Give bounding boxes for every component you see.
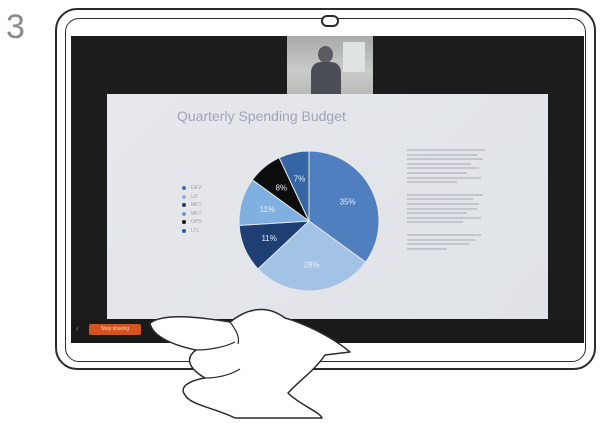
legend-item: MKT: [182, 210, 202, 219]
call-control-bar: ‹ Stop sharing: [71, 319, 584, 343]
selfview-person-body: [311, 62, 341, 94]
legend-item: MKT: [182, 201, 202, 210]
legend-dot: [182, 220, 186, 225]
pie-chart: 35% 28% 11% 11% 8% 7%: [238, 150, 380, 292]
legend-dot: [182, 228, 186, 233]
stop-sharing-button[interactable]: Stop sharing: [89, 324, 141, 335]
touch-device: Quarterly Spending Budget DEV UX MKT MKT…: [55, 8, 596, 370]
step-number: 3: [6, 8, 25, 46]
legend-label: UX: [191, 193, 198, 200]
pie-slice-label: 7%: [294, 175, 306, 184]
self-view-video[interactable]: [287, 36, 373, 94]
slide-title: Quarterly Spending Budget: [177, 108, 346, 124]
legend-label: DEV: [191, 185, 202, 192]
slide-body-text: [407, 149, 487, 252]
pie-slice-label: 11%: [260, 205, 275, 214]
pie-slice-label: 35%: [340, 197, 356, 206]
pie-slice-label: 28%: [304, 260, 320, 269]
device-screen: Quarterly Spending Budget DEV UX MKT MKT…: [71, 36, 584, 343]
selfview-window: [343, 42, 365, 72]
pie-slice-label: 8%: [276, 184, 288, 193]
selfview-person-head: [318, 46, 333, 63]
chevron-left-icon[interactable]: ‹: [76, 324, 83, 333]
legend-label: MKT: [191, 202, 202, 209]
pie-slice-label: 11%: [261, 234, 276, 243]
chart-legend: DEV UX MKT MKT OPS LTL: [182, 184, 202, 235]
camera-icon: [321, 15, 339, 27]
legend-dot: [182, 203, 186, 208]
shared-presentation-slide: Quarterly Spending Budget DEV UX MKT MKT…: [107, 94, 548, 330]
legend-label: MKT: [191, 210, 202, 217]
legend-item: DEV: [182, 184, 202, 193]
legend-dot: [182, 194, 186, 199]
legend-label: LTL: [191, 227, 200, 234]
legend-item: LTL: [182, 227, 202, 236]
legend-dot: [182, 211, 186, 216]
legend-item: UX: [182, 193, 202, 202]
legend-dot: [182, 186, 186, 191]
legend-label: OPS: [191, 219, 202, 226]
legend-item: OPS: [182, 218, 202, 227]
